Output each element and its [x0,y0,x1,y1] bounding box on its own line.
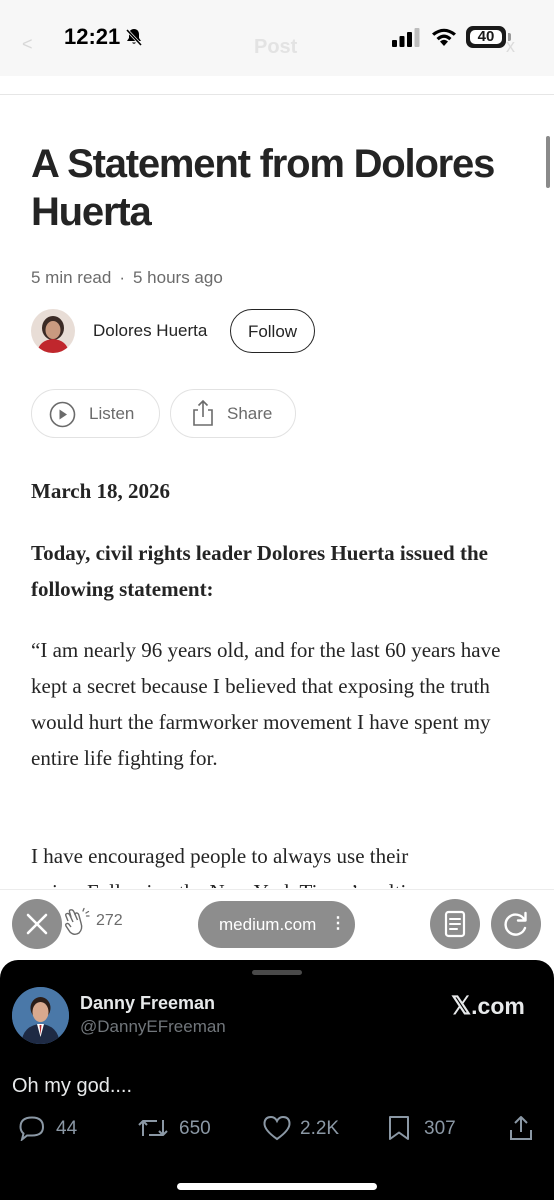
battery-level: 40 [470,29,502,44]
share-label: Share [227,404,273,423]
reply-icon [19,1116,45,1141]
article-lead-paragraph: Today, civil rights leader Dolores Huert… [31,541,488,601]
tweet-author-avatar[interactable] [12,987,69,1044]
url-bar[interactable]: medium.com ⋮ [198,901,355,948]
share-upload-icon [510,1116,532,1140]
clap-icon[interactable] [62,907,90,937]
close-button[interactable] [12,899,62,949]
article-paragraph: I have encouraged people to always use t… [31,844,409,868]
listen-label: Listen [89,404,135,423]
tweet-author-name[interactable]: Danny Freeman [80,993,215,1014]
heart-icon [263,1115,291,1141]
url-text: medium.com [219,915,317,934]
x-logo-mark: 𝕏 [451,992,472,1020]
play-circle-icon [49,401,76,428]
tweet-text: Oh my god.... [12,1075,133,1097]
cellular-signal-icon [392,28,420,47]
reader-mode-icon [444,910,466,938]
article-date: March 18, 2026 [31,479,171,503]
article-meta: 5 min read · 5 hours ago [31,268,223,288]
status-bar: < Post x 12:21 40 [0,0,554,76]
clap-count: 272 [96,912,123,929]
sheet-grabber[interactable] [252,970,302,975]
more-options-icon[interactable]: ⋮ [330,913,346,933]
bookmark-icon [389,1116,409,1140]
status-time: 12:21 [64,24,121,49]
author-name[interactable]: Dolores Huerta [93,321,207,341]
author-row: Dolores Huerta Follow [31,309,511,353]
browser-toolbar: 272 medium.com ⋮ [0,889,554,964]
author-avatar[interactable] [31,309,75,353]
like-count: 2.2K [300,1118,340,1139]
article-paragraph-cutoff: voice. Following the New York Times’ mul… [31,874,531,888]
share-icon [193,399,213,426]
tweet-author-handle[interactable]: @DannyEFreeman [80,1017,226,1037]
home-indicator[interactable] [177,1183,377,1190]
posted-time: 5 hours ago [133,268,223,287]
retweet-count: 650 [179,1118,211,1139]
meta-separator: · [119,268,125,287]
retweet-icon [138,1120,168,1136]
bell-muted-icon [125,28,143,47]
reply-count: 44 [56,1118,78,1139]
reload-button[interactable] [491,899,541,949]
bookmark-count: 307 [424,1118,456,1139]
back-chevron-icon: < [22,34,33,54]
share-button[interactable]: Share [170,389,296,438]
article-quote-paragraph: “I am nearly 96 years old, and for the l… [31,638,501,770]
close-icon [26,913,48,935]
article-title: A Statement from Dolores Huerta [31,142,495,234]
header-divider [0,94,554,95]
battery-tip [508,33,511,41]
follow-button[interactable]: Follow [230,309,315,353]
read-time: 5 min read [31,268,112,287]
scrollbar[interactable] [546,136,550,188]
reader-mode-button[interactable] [430,899,480,949]
x-logo-suffix: .com [471,993,525,1019]
x-logo[interactable]: 𝕏.com [451,991,525,1021]
reload-icon [504,911,527,936]
tweet-card: Danny Freeman @DannyEFreeman 𝕏.com Oh my… [0,960,554,1200]
battery-indicator: 40 [466,26,506,48]
wifi-icon [432,28,456,46]
listen-button[interactable]: Listen [31,389,160,438]
faded-page-title: Post [254,36,298,58]
